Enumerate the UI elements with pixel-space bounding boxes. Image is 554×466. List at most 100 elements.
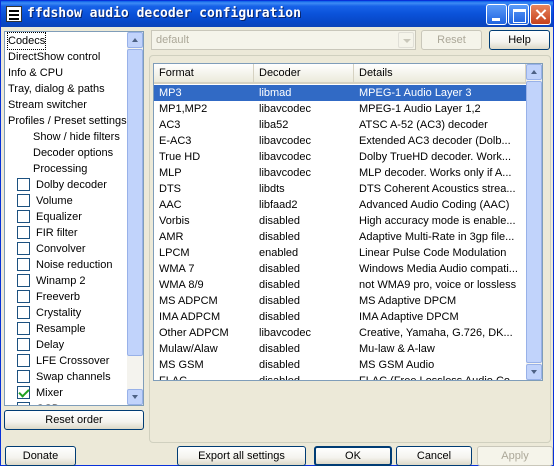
table-row[interactable]: DTS libdts DTS Coherent Acoustics strea... bbox=[154, 181, 526, 197]
table-row[interactable]: Vorbis disabled High accuracy mode is enab… bbox=[154, 213, 526, 229]
table-row[interactable]: Mulaw/Alaw disabled Mu-law & A-law bbox=[154, 341, 526, 357]
decoder-cell[interactable]: disabled bbox=[254, 373, 354, 380]
filter-checkbox[interactable] bbox=[17, 258, 30, 271]
tree-item-profiles-preset-settings[interactable]: Profiles / Preset settings bbox=[8, 113, 127, 129]
decoder-cell[interactable]: disabled bbox=[254, 357, 354, 373]
filter-checkbox[interactable] bbox=[17, 194, 30, 207]
tree-item-swap-channels[interactable]: Swap channels bbox=[5, 369, 127, 385]
decoder-cell[interactable]: libavcodec bbox=[254, 325, 354, 341]
tree-scrollbar[interactable] bbox=[127, 32, 143, 405]
table-row[interactable]: LPCM enabled Linear Pulse Code Modulation bbox=[154, 245, 526, 261]
settings-tree[interactable]: Codecs DirectShow control Info & CPU Tray, … bbox=[4, 31, 144, 406]
table-row[interactable]: AMR disabled Adaptive Multi-Rate in 3gp fi… bbox=[154, 229, 526, 245]
filter-checkbox[interactable] bbox=[17, 210, 30, 223]
filter-checkbox[interactable] bbox=[17, 386, 30, 399]
filter-checkbox[interactable] bbox=[17, 226, 30, 239]
table-row[interactable]: AAC libfaad2 Advanced Audio Coding (AAC) bbox=[154, 197, 526, 213]
tree-item-info-cpu[interactable]: Info & CPU bbox=[8, 65, 63, 81]
title-bar[interactable]: ffdshow audio decoder configuration bbox=[1, 1, 553, 27]
export-settings-button[interactable]: Export all settings bbox=[177, 446, 306, 466]
tree-item-crystality[interactable]: Crystality bbox=[5, 305, 127, 321]
scroll-thumb[interactable] bbox=[526, 81, 542, 363]
decoder-cell[interactable]: disabled bbox=[254, 293, 354, 309]
list-scrollbar[interactable] bbox=[526, 64, 542, 380]
decoder-cell[interactable]: disabled bbox=[254, 261, 354, 277]
decoder-cell[interactable]: libavcodec bbox=[254, 133, 354, 149]
column-header-decoder[interactable]: Decoder bbox=[254, 64, 354, 83]
reset-order-button[interactable]: Reset order bbox=[4, 410, 144, 430]
filter-checkbox[interactable] bbox=[17, 354, 30, 367]
scroll-thumb[interactable] bbox=[127, 49, 143, 356]
maximize-icon[interactable] bbox=[508, 4, 529, 25]
tree-item-noise-reduction[interactable]: Noise reduction bbox=[5, 257, 127, 273]
filter-checkbox[interactable] bbox=[17, 402, 30, 405]
tree-item-delay[interactable]: Delay bbox=[5, 337, 127, 353]
table-row[interactable]: True HD libavcodec Dolby TrueHD decoder. W… bbox=[154, 149, 526, 165]
tree-item-lfe-crossover[interactable]: LFE Crossover bbox=[5, 353, 127, 369]
decoder-cell[interactable]: libmad bbox=[254, 85, 354, 101]
scroll-down-icon[interactable] bbox=[127, 389, 143, 405]
decoder-cell[interactable]: disabled bbox=[254, 277, 354, 293]
tree-item-equalizer[interactable]: Equalizer bbox=[5, 209, 127, 225]
table-row[interactable]: MP3 libmad MPEG-1 Audio Layer 3 bbox=[154, 85, 526, 101]
decoder-cell[interactable]: disabled bbox=[254, 309, 354, 325]
filter-checkbox[interactable] bbox=[17, 338, 30, 351]
table-row[interactable]: MLP libavcodec MLP decoder. Works only if … bbox=[154, 165, 526, 181]
tree-item-tray-dialog-paths[interactable]: Tray, dialog & paths bbox=[8, 81, 105, 97]
ok-button[interactable]: OK bbox=[314, 446, 392, 466]
decoder-cell[interactable]: liba52 bbox=[254, 117, 354, 133]
tree-item-show-hide-filters[interactable]: Show / hide filters bbox=[33, 129, 120, 145]
help-button[interactable]: Help bbox=[489, 30, 550, 50]
decoder-cell[interactable]: libdts bbox=[254, 181, 354, 197]
tree-item-convolver[interactable]: Convolver bbox=[5, 241, 127, 257]
scroll-up-icon[interactable] bbox=[526, 64, 542, 80]
close-icon[interactable] bbox=[530, 4, 551, 25]
codec-list[interactable]: Format Decoder Details MP3 libmad MPEG-1 A… bbox=[153, 63, 543, 381]
tree-item-directshow-control[interactable]: DirectShow control bbox=[8, 49, 100, 65]
table-row[interactable]: MS ADPCM disabled MS Adaptive DPCM bbox=[154, 293, 526, 309]
table-row[interactable]: WMA 8/9 disabled not WMA9 pro, voice or lo… bbox=[154, 277, 526, 293]
filter-checkbox[interactable] bbox=[17, 290, 30, 303]
tree-item-volume[interactable]: Volume bbox=[5, 193, 127, 209]
tree-item-mixer[interactable]: Mixer bbox=[5, 385, 127, 401]
tree-item-osd[interactable]: OSD bbox=[5, 401, 127, 405]
decoder-cell[interactable]: disabled bbox=[254, 213, 354, 229]
table-row[interactable]: WMA 7 disabled Windows Media Audio compati… bbox=[154, 261, 526, 277]
decoder-cell[interactable]: enabled bbox=[254, 245, 354, 261]
table-row[interactable]: MP1,MP2 libavcodec MPEG-1 Audio Layer 1,2 bbox=[154, 101, 526, 117]
tree-item-codecs[interactable]: Codecs bbox=[6, 32, 47, 50]
donate-button[interactable]: Donate bbox=[5, 446, 76, 466]
tree-item-processing[interactable]: Processing bbox=[33, 161, 87, 177]
decoder-cell[interactable]: libfaad2 bbox=[254, 197, 354, 213]
decoder-cell[interactable]: libavcodec bbox=[254, 149, 354, 165]
filter-checkbox[interactable] bbox=[17, 322, 30, 335]
tree-item-winamp-2[interactable]: Winamp 2 bbox=[5, 273, 127, 289]
column-header-details[interactable]: Details bbox=[354, 64, 526, 83]
minimize-icon[interactable] bbox=[486, 4, 507, 25]
scroll-up-icon[interactable] bbox=[127, 32, 143, 48]
tree-item-fir-filter[interactable]: FIR filter bbox=[5, 225, 127, 241]
decoder-cell[interactable]: disabled bbox=[254, 341, 354, 357]
table-row[interactable]: MS GSM disabled MS GSM Audio bbox=[154, 357, 526, 373]
decoder-cell[interactable]: libavcodec bbox=[254, 165, 354, 181]
tree-item-dolby-decoder[interactable]: Dolby decoder bbox=[5, 177, 127, 193]
tree-item-decoder-options[interactable]: Decoder options bbox=[33, 145, 113, 161]
column-header-format[interactable]: Format bbox=[154, 64, 254, 83]
tree-item-resample[interactable]: Resample bbox=[5, 321, 127, 337]
scroll-down-icon[interactable] bbox=[526, 364, 542, 380]
filter-checkbox[interactable] bbox=[17, 178, 30, 191]
table-row[interactable]: E-AC3 libavcodec Extended AC3 decoder (Dol… bbox=[154, 133, 526, 149]
tree-item-freeverb[interactable]: Freeverb bbox=[5, 289, 127, 305]
filter-checkbox[interactable] bbox=[17, 274, 30, 287]
decoder-cell[interactable]: libavcodec bbox=[254, 101, 354, 117]
table-row[interactable]: Other ADPCM libavcodec Creative, Yamaha, G… bbox=[154, 325, 526, 341]
table-row[interactable]: AC3 liba52 ATSC A-52 (AC3) decoder bbox=[154, 117, 526, 133]
table-row[interactable]: IMA ADPCM disabled IMA Adaptive DPCM bbox=[154, 309, 526, 325]
table-row[interactable]: FLAC disabled FLAC (Free Lossless Audio Co… bbox=[154, 373, 526, 380]
filter-checkbox[interactable] bbox=[17, 306, 30, 319]
filter-checkbox[interactable] bbox=[17, 370, 30, 383]
cancel-button[interactable]: Cancel bbox=[396, 446, 472, 466]
filter-checkbox[interactable] bbox=[17, 242, 30, 255]
tree-item-stream-switcher[interactable]: Stream switcher bbox=[8, 97, 87, 113]
decoder-cell[interactable]: disabled bbox=[254, 229, 354, 245]
